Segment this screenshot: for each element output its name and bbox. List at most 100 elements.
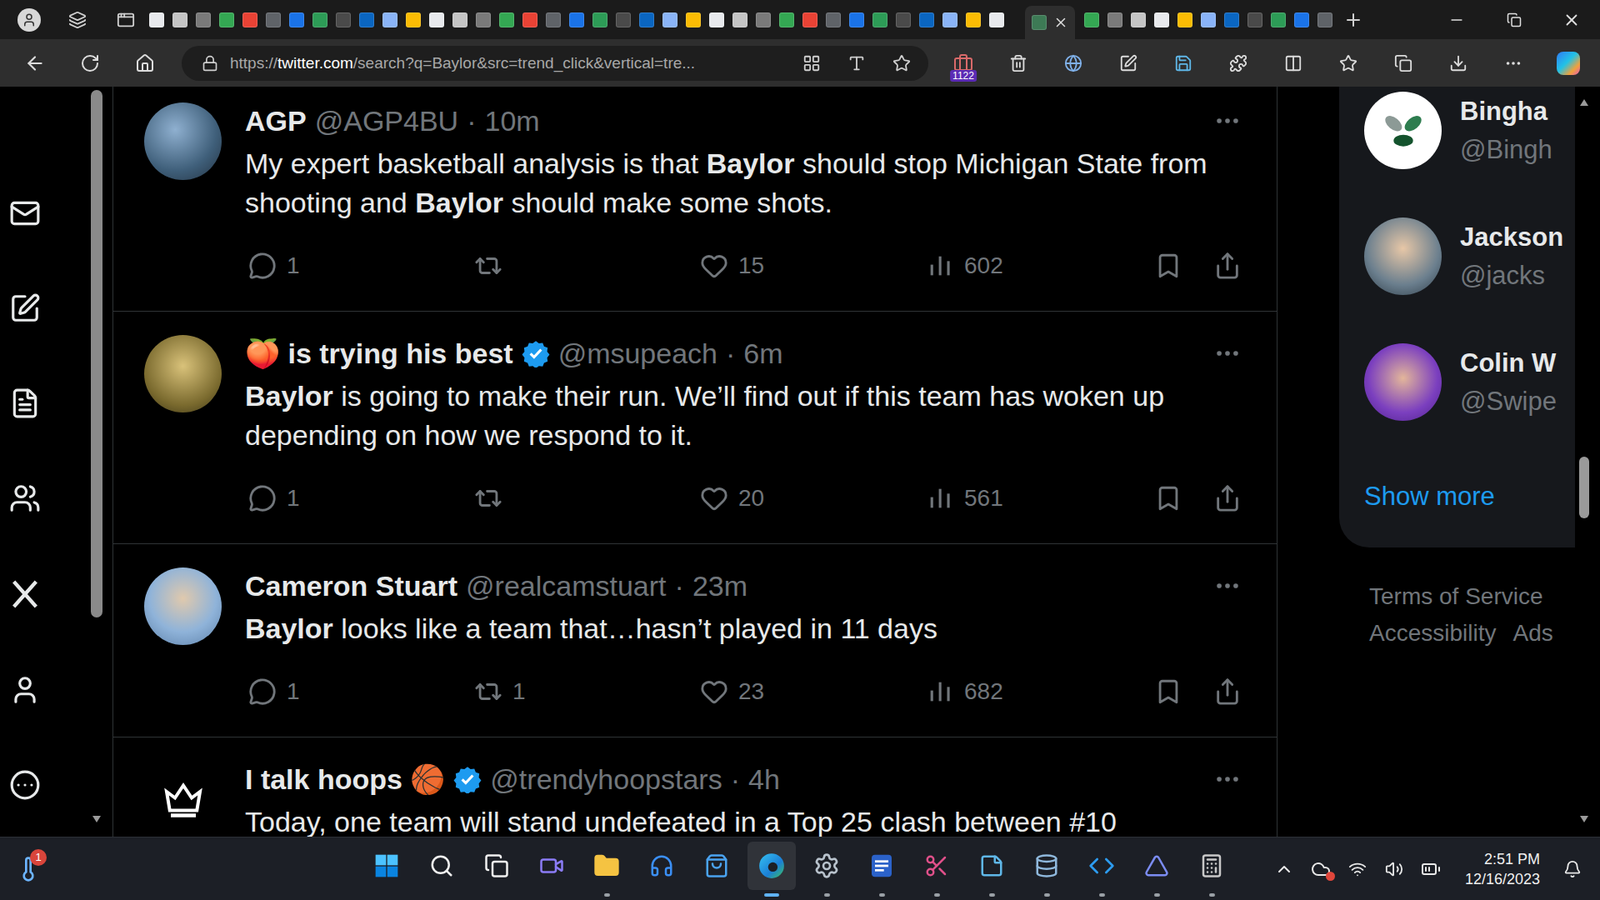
tab[interactable] [308,5,332,35]
tab[interactable] [821,5,845,35]
bookmark-icon[interactable] [1154,484,1183,513]
taskbar-app-button[interactable] [1132,841,1181,890]
follow-suggestion[interactable]: Jackson@jacks [1364,217,1575,295]
footer-link[interactable]: Terms of Service [1369,580,1544,613]
tab[interactable] [798,5,822,35]
tweet-avatar[interactable] [144,335,222,413]
retweet-button[interactable] [474,251,700,280]
nav-item[interactable] [8,674,42,706]
follow-avatar[interactable] [1364,343,1442,421]
more-button[interactable] [1213,106,1242,135]
tab[interactable] [705,5,729,35]
taskbar-app[interactable] [1184,837,1240,900]
tweet[interactable]: I talk hoops 🏀@trendyhoopstars·4hToday, … [113,737,1277,837]
nav-item[interactable] [8,482,42,515]
tweet[interactable]: AGP@AGP4BU·10mMy expert basketball analy… [113,86,1277,312]
taskbar-app-button[interactable] [912,841,961,890]
share-icon[interactable] [1213,251,1242,280]
tab[interactable] [635,5,659,35]
tweet-time[interactable]: 10m [484,105,540,138]
widgets-button[interactable]: 1 [8,849,49,890]
tab[interactable] [938,5,962,35]
tab[interactable] [681,5,705,35]
views-button[interactable]: 561 [925,484,1152,513]
tab[interactable] [215,5,239,35]
settings-more-button[interactable] [1495,46,1532,80]
more-button[interactable] [1213,339,1242,368]
tab[interactable] [1290,5,1314,35]
tab[interactable] [238,5,262,35]
author-name[interactable]: I talk hoops 🏀 [245,762,445,796]
follow-avatar[interactable] [1364,217,1442,295]
tab[interactable] [915,5,939,35]
ellipsis-icon[interactable] [1213,339,1242,368]
follow-avatar[interactable] [1364,91,1442,170]
tweet-time[interactable]: 23m [692,570,748,603]
extension-button[interactable] [1110,46,1147,80]
taskbar-app[interactable] [1019,837,1075,900]
taskbar-app[interactable] [359,837,415,900]
tab[interactable] [1080,5,1104,35]
notifications-button[interactable] [1556,852,1589,886]
follow-name[interactable]: Colin W [1460,344,1557,383]
taskbar-app[interactable] [799,837,855,900]
active-tab[interactable] [1025,5,1075,40]
like-button[interactable]: 15 [700,251,926,280]
tab[interactable] [565,5,589,35]
scroll-up-arrow-icon[interactable] [1579,98,1590,107]
onedrive-button[interactable] [1305,852,1337,886]
author-name[interactable]: Cameron Stuart [245,570,458,603]
follow-suggestion[interactable]: Colin W@Swipe [1364,343,1575,421]
volume-button[interactable] [1378,852,1410,886]
nav-item[interactable] [8,292,42,325]
taskbar-app[interactable] [854,837,910,900]
lock-icon[interactable] [201,55,219,72]
tweet[interactable]: 🍑 is trying his best@msupeach·6mBaylor i… [113,311,1277,545]
tab[interactable] [495,5,519,35]
tab[interactable] [191,5,215,35]
follow-handle[interactable]: @jacks [1460,256,1564,295]
nav-item[interactable] [8,387,42,420]
extension-button[interactable] [1165,46,1202,80]
tab[interactable] [751,5,775,35]
workspaces-button[interactable] [60,5,95,35]
home-button[interactable] [126,46,164,80]
reply-button[interactable]: 1 [248,251,475,280]
minimize-button[interactable] [1427,0,1485,40]
address-bar[interactable]: https://twitter.com/search?q=Baylor&src=… [181,45,929,81]
taskbar-app-button[interactable] [747,841,796,890]
taskbar-app-button[interactable] [1022,841,1071,890]
extensions-button[interactable] [1220,46,1257,80]
extension-button[interactable] [1000,46,1037,80]
copilot-button[interactable] [1550,46,1587,80]
tab[interactable] [611,5,635,35]
taskbar-app-button[interactable] [967,841,1016,890]
show-more-link[interactable]: Show more [1364,477,1575,516]
downloads-button[interactable] [1440,46,1477,80]
bookmark-icon[interactable] [1154,677,1183,706]
tab[interactable] [168,5,192,35]
taskbar-app-button[interactable] [802,841,851,890]
battery-button[interactable] [1415,852,1447,886]
views-button[interactable]: 602 [925,251,1152,280]
tab[interactable] [425,5,449,35]
taskbar-app-button[interactable] [362,841,411,890]
tab[interactable] [985,5,1009,35]
taskbar-app[interactable] [634,837,690,900]
nav-item[interactable] [8,197,42,230]
more-button[interactable] [1213,765,1242,794]
tab[interactable] [1220,5,1244,35]
author-handle[interactable]: @AGP4BU [315,105,459,138]
tab[interactable] [448,5,472,35]
extension-button[interactable] [1055,46,1092,80]
taskbar-app[interactable] [524,837,580,900]
tab[interactable] [868,5,892,35]
taskbar-app-button[interactable] [417,841,466,890]
x-logo-icon[interactable] [8,577,42,611]
read-aloud-button[interactable] [840,48,874,79]
restore-button[interactable] [1485,0,1543,40]
more-button[interactable] [1213,571,1242,600]
tab[interactable] [471,5,495,35]
tweet-avatar[interactable] [144,567,222,645]
taskbar-app-button[interactable] [637,841,686,890]
